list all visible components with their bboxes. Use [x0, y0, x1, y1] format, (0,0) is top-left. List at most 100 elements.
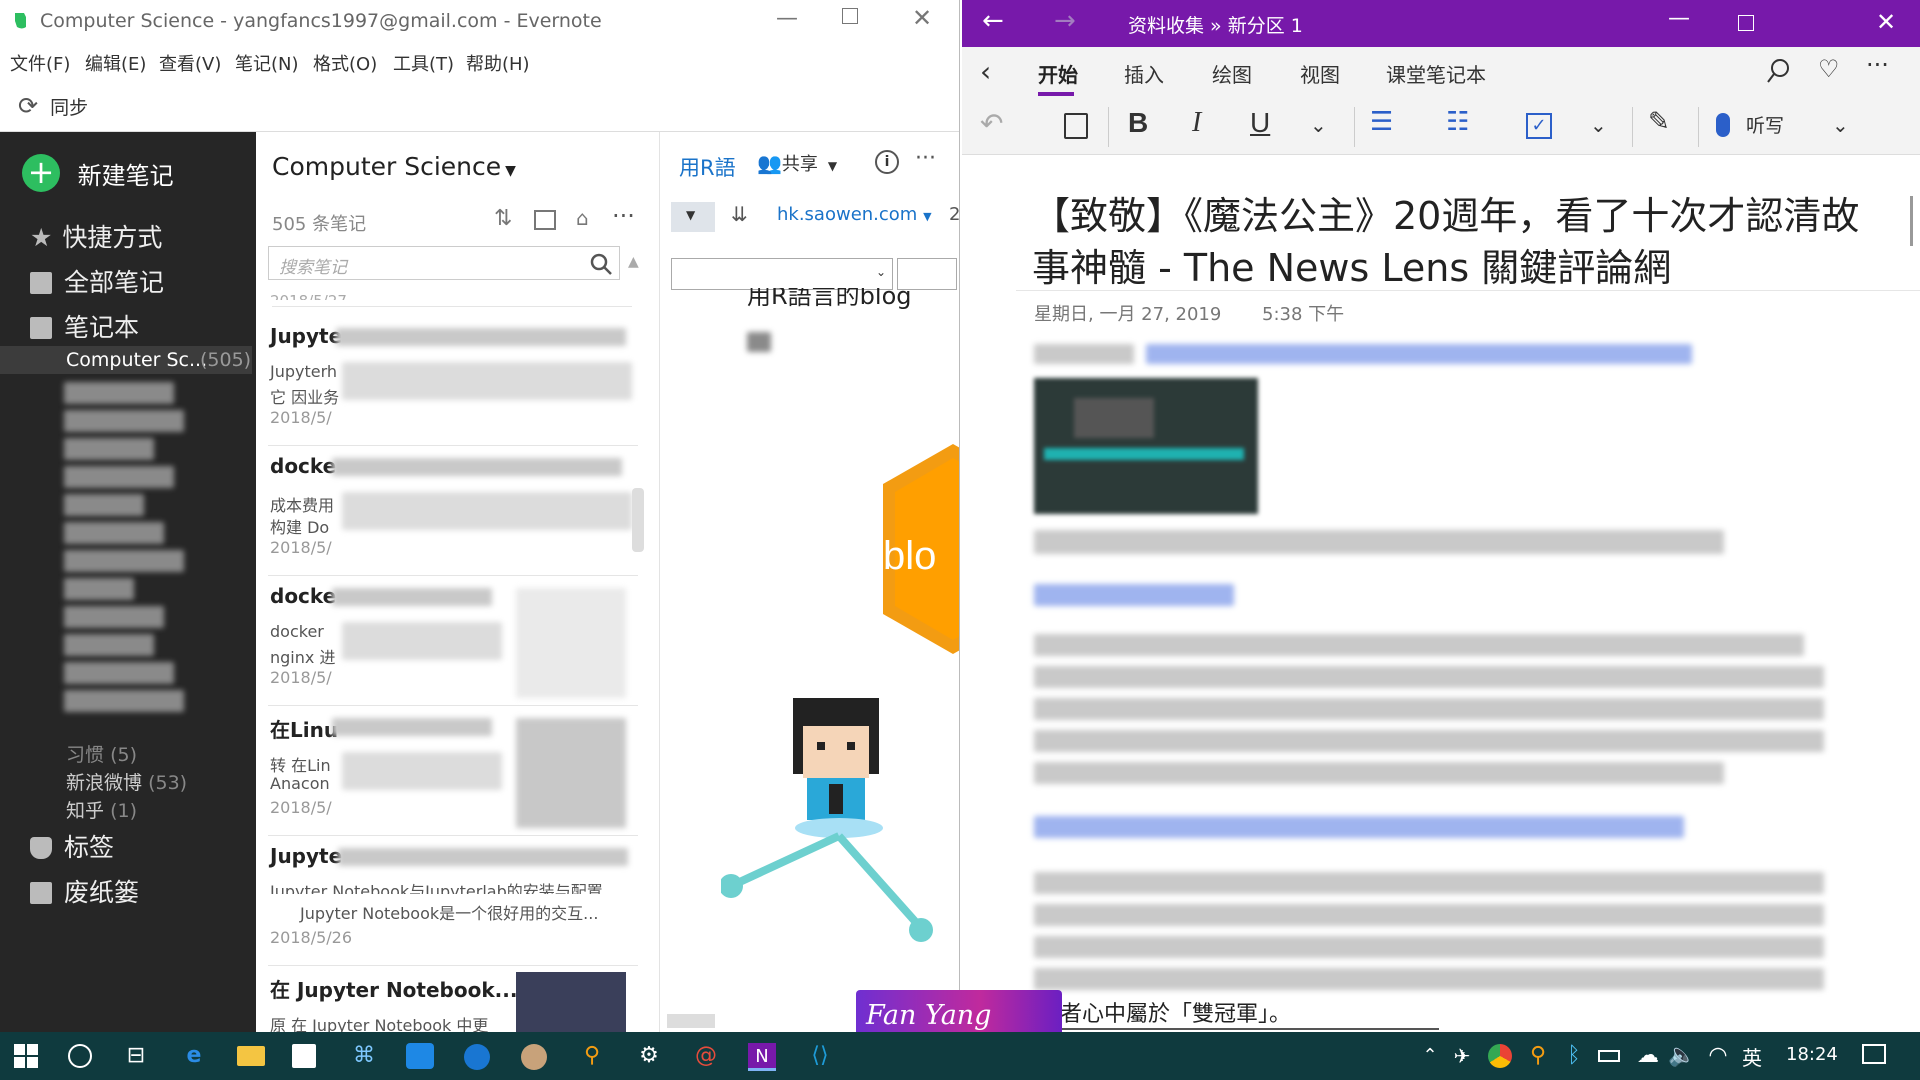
- file-explorer-icon[interactable]: [237, 1046, 265, 1066]
- note-item[interactable]: 在Linu 转 在Lin Anacon 2018/5/: [268, 708, 638, 836]
- task-view-icon[interactable]: ⊟: [122, 1042, 150, 1070]
- action-center-icon[interactable]: [1862, 1044, 1886, 1064]
- blurred-notebook[interactable]: [64, 606, 164, 628]
- sidebar-item-computer-science[interactable]: Computer Sc... (505): [0, 346, 252, 374]
- blurred-notebook[interactable]: [64, 690, 184, 712]
- lightbulb-icon[interactable]: ♡: [1818, 55, 1840, 83]
- onenote-titlebar[interactable]: ← → 资料收集 » 新分区 1 — ✕: [962, 0, 1920, 47]
- search-icon[interactable]: [1766, 58, 1792, 84]
- teamviewer-icon[interactable]: [406, 1043, 434, 1069]
- underline-button[interactable]: U: [1250, 107, 1270, 139]
- chrome-icon[interactable]: [1488, 1044, 1512, 1068]
- cortana-icon[interactable]: [68, 1044, 92, 1068]
- chevron-down-icon[interactable]: ⌄: [1832, 113, 1849, 137]
- sidebar-item-all-notes[interactable]: 全部笔记: [30, 263, 164, 299]
- scrollbar-thumb[interactable]: [632, 488, 644, 552]
- notebook-header[interactable]: Computer Science ▼: [272, 152, 516, 181]
- tab-draw[interactable]: 绘图: [1212, 59, 1252, 88]
- minimize-button[interactable]: —: [1668, 6, 1690, 31]
- tab-view[interactable]: 视图: [1300, 59, 1340, 88]
- bullet-list-icon[interactable]: ☰: [1370, 107, 1393, 137]
- menu-help[interactable]: 帮助(H): [466, 50, 530, 76]
- note-notebook-label[interactable]: 用R語: [679, 152, 736, 182]
- sidebar-item-shortcuts[interactable]: ★ 快捷方式: [30, 218, 162, 254]
- more-options-icon[interactable]: ···: [915, 146, 936, 171]
- forward-arrow-icon[interactable]: →: [1054, 6, 1076, 36]
- bold-button[interactable]: B: [1128, 107, 1148, 139]
- numbered-list-icon[interactable]: ☷: [1446, 107, 1469, 137]
- menu-tools[interactable]: 工具(T): [393, 50, 454, 76]
- sidebar-item-tags[interactable]: 标签: [30, 828, 114, 864]
- clock[interactable]: 18:24: [1786, 1044, 1838, 1065]
- sidebar-item-xiguan[interactable]: 习惯 (5): [66, 740, 137, 767]
- menu-note[interactable]: 笔记(N): [235, 50, 299, 76]
- bluetooth-icon[interactable]: ᛒ: [1560, 1042, 1588, 1070]
- back-arrow-icon[interactable]: ←: [982, 6, 1004, 36]
- settings-icon[interactable]: ⚙: [635, 1042, 663, 1070]
- format-dropdown[interactable]: ▼: [671, 202, 715, 232]
- minimize-button[interactable]: —: [776, 6, 798, 31]
- battery-icon[interactable]: [1598, 1050, 1620, 1062]
- app-avatar-icon[interactable]: [521, 1044, 547, 1070]
- blurred-notebook[interactable]: [64, 494, 144, 516]
- tab-insert[interactable]: 插入: [1124, 59, 1164, 88]
- font-select[interactable]: ⌄: [671, 258, 893, 290]
- expand-icon[interactable]: ⇊: [731, 202, 748, 226]
- new-note-button[interactable]: + 新建笔记: [22, 154, 174, 192]
- collapse-nav-icon[interactable]: ‹: [980, 55, 991, 88]
- info-icon[interactable]: i: [875, 150, 899, 174]
- sidebar-item-zhihu[interactable]: 知乎 (1): [66, 796, 137, 823]
- search-icon[interactable]: [589, 252, 613, 276]
- more-options-icon[interactable]: ···: [612, 202, 635, 230]
- blurred-notebook[interactable]: [64, 662, 174, 684]
- onenote-app-icon[interactable]: N: [748, 1043, 776, 1071]
- note-item[interactable]: docke docker nginx 进 2018/5/: [268, 578, 638, 706]
- note-item[interactable]: Jupyte Jupyterh 它 因业务 2018/5/: [268, 318, 638, 446]
- view-layout-icon[interactable]: [534, 210, 556, 230]
- telegram-icon[interactable]: ✈: [1448, 1042, 1476, 1070]
- search-app-icon[interactable]: ⚲: [578, 1042, 606, 1070]
- sync-button[interactable]: ⟳ 同步: [18, 92, 88, 120]
- source-url-link[interactable]: hk.saowen.com ▼: [777, 204, 932, 225]
- maximize-button[interactable]: [842, 8, 858, 24]
- chevron-up-icon[interactable]: ⌃: [1416, 1042, 1444, 1070]
- windows-start-icon[interactable]: [14, 1044, 38, 1068]
- note-item[interactable]: 在 Jupyter Notebook... 原 在 Jupyter Notebo…: [268, 968, 638, 1032]
- font-size-select[interactable]: [897, 258, 957, 290]
- page-canvas[interactable]: 【致敬】《魔法公主》20週年，看了十次才認清故 事神髓 - The News L…: [962, 156, 1920, 1032]
- blurred-notebook[interactable]: [64, 382, 174, 404]
- tab-home[interactable]: 开始: [1038, 59, 1078, 96]
- search-tray-icon[interactable]: ⚲: [1524, 1042, 1552, 1070]
- blurred-notebook[interactable]: [64, 578, 134, 600]
- italic-button[interactable]: I: [1192, 107, 1201, 139]
- blurred-notebook[interactable]: [64, 522, 164, 544]
- chevron-down-icon[interactable]: ⌄: [1590, 113, 1607, 137]
- close-button[interactable]: ✕: [1876, 8, 1896, 36]
- reminder-icon[interactable]: ⌂: [576, 206, 589, 230]
- edge-icon[interactable]: e: [180, 1042, 208, 1070]
- blurred-notebook[interactable]: [64, 438, 154, 460]
- page-text[interactable]: 者心中屬於「雙冠軍」。: [1060, 996, 1440, 1030]
- blurred-notebook[interactable]: [64, 466, 174, 488]
- scrollbar-horizontal[interactable]: [667, 1014, 715, 1028]
- clipboard-icon[interactable]: [1064, 113, 1088, 139]
- cloud-icon[interactable]: ☁: [1634, 1042, 1662, 1070]
- todo-checkbox-icon[interactable]: ✓: [1526, 113, 1552, 139]
- menu-file[interactable]: 文件(F): [10, 50, 70, 76]
- blurred-notebook[interactable]: [64, 634, 154, 656]
- sidebar-item-notebooks[interactable]: 笔记本: [30, 308, 139, 344]
- note-item[interactable]: Jupyte Jupyter Notebook与Jupyterlab的安装与配置…: [268, 838, 638, 966]
- search-input[interactable]: 搜索笔记: [268, 246, 620, 280]
- snail-icon[interactable]: @: [692, 1042, 720, 1070]
- blurred-notebook[interactable]: [64, 410, 184, 432]
- evernote-titlebar[interactable]: Computer Science - yangfancs1997@gmail.c…: [0, 0, 959, 44]
- sort-icon[interactable]: ⇅: [494, 206, 512, 231]
- more-options-icon[interactable]: ···: [1866, 51, 1889, 79]
- close-button[interactable]: ✕: [912, 4, 932, 32]
- ime-indicator[interactable]: 英: [1742, 1042, 1762, 1071]
- volume-icon[interactable]: 🔈: [1668, 1042, 1696, 1070]
- dictate-button[interactable]: 听写: [1716, 111, 1784, 138]
- undo-icon[interactable]: ↶: [980, 107, 1003, 140]
- sidebar-item-weibo[interactable]: 新浪微博 (53): [66, 768, 187, 795]
- menu-format[interactable]: 格式(O): [313, 50, 377, 76]
